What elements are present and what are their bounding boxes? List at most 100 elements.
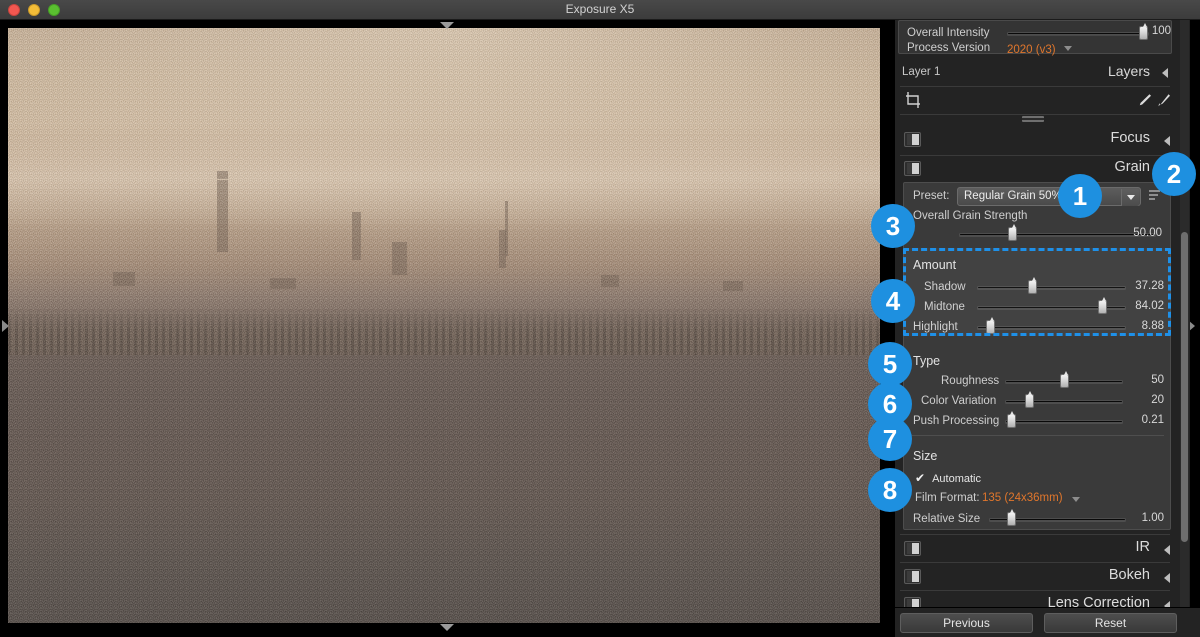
global-settings-group: Overall Intensity 100 Process Version 20… — [898, 20, 1172, 56]
layer-tool-strip — [898, 88, 1172, 114]
callout-badge-3: 3 — [871, 204, 915, 248]
divider — [912, 435, 1164, 436]
highlight-value: 8.88 — [1141, 320, 1164, 332]
image-viewer[interactable] — [0, 20, 888, 637]
callout-badge-5: 5 — [868, 342, 912, 386]
preset-menu-icon[interactable] — [1149, 190, 1162, 202]
section-ir[interactable]: IR — [898, 536, 1172, 562]
shadow-slider[interactable] — [977, 277, 1126, 294]
callout-badge-1: 1 — [1058, 174, 1102, 218]
section-title: IR — [1135, 539, 1151, 555]
midtone-slider[interactable] — [977, 297, 1126, 314]
push-processing-value: 0.21 — [1141, 414, 1164, 426]
previous-button[interactable]: Previous — [900, 613, 1033, 633]
slider-thumb[interactable] — [1098, 297, 1108, 314]
midtone-value: 84.02 — [1135, 300, 1164, 312]
overall-grain-strength-label: Overall Grain Strength — [913, 210, 1028, 222]
relative-size-slider[interactable] — [989, 509, 1126, 526]
slider-track[interactable] — [1005, 420, 1123, 423]
crop-icon[interactable] — [904, 91, 922, 114]
roughness-value: 50 — [1151, 374, 1164, 386]
viewer-expand-left-arrow[interactable] — [2, 320, 9, 332]
amount-section-header: Amount — [913, 258, 957, 272]
reset-button[interactable]: Reset — [1044, 613, 1177, 633]
shadow-label: Shadow — [924, 281, 966, 293]
section-title: Grain — [1114, 159, 1150, 175]
color-variation-value: 20 — [1151, 394, 1164, 406]
type-section-header: Type — [913, 354, 941, 368]
slider-track[interactable] — [977, 286, 1126, 289]
slider-thumb[interactable] — [1008, 224, 1018, 241]
panel-scrollbar-thumb[interactable] — [1181, 232, 1188, 542]
pencil-icon[interactable] — [1136, 92, 1153, 114]
highlight-label: Highlight — [913, 321, 958, 333]
preset-label: Preset: — [913, 190, 950, 202]
automatic-label: Automatic — [932, 473, 981, 485]
automatic-checkbox[interactable]: ✔ Automatic — [915, 471, 981, 485]
roughness-label: Roughness — [941, 375, 1000, 387]
size-section-header: Size — [913, 449, 938, 463]
panel-resize-grip[interactable] — [1022, 116, 1044, 122]
viewer-collapse-bottom-arrow[interactable] — [440, 624, 454, 631]
check-icon: ✔ — [915, 471, 926, 485]
slider-thumb[interactable] — [1139, 23, 1149, 40]
film-format-value[interactable]: 135 (24x36mm) — [982, 492, 1063, 504]
viewer-collapse-top-arrow[interactable] — [440, 22, 454, 29]
section-collapse-caret-icon[interactable] — [1164, 573, 1170, 583]
section-enable-toggle-icon[interactable] — [904, 161, 921, 176]
section-grain[interactable]: Grain — [898, 156, 1172, 182]
slider-thumb[interactable] — [1024, 391, 1034, 408]
process-version-label: Process Version — [907, 42, 991, 54]
chevron-down-icon[interactable] — [1121, 189, 1139, 206]
slider-thumb[interactable] — [1028, 277, 1038, 294]
push-processing-slider[interactable] — [1005, 411, 1123, 428]
divider — [900, 562, 1170, 563]
slider-thumb[interactable] — [1006, 411, 1016, 428]
push-processing-label: Push Processing — [913, 415, 1000, 427]
brush-icon[interactable] — [1155, 92, 1172, 114]
window-title: Exposure X5 — [565, 2, 635, 16]
section-collapse-caret-icon[interactable] — [1164, 136, 1170, 146]
overall-intensity-label: Overall Intensity — [907, 27, 990, 39]
photo-canvas[interactable] — [8, 28, 880, 623]
color-variation-label: Color Variation — [921, 395, 997, 407]
slider-thumb[interactable] — [1006, 509, 1016, 526]
roughness-slider[interactable] — [1005, 371, 1123, 388]
color-variation-slider[interactable] — [1005, 391, 1123, 408]
slider-thumb[interactable] — [986, 317, 996, 334]
preset-dropdown[interactable]: Regular Grain 50%* — [957, 187, 1141, 206]
layers-bar: Layer 1 Layers — [898, 62, 1172, 84]
process-version-dropdown[interactable]: 2020 (v3) — [1007, 40, 1073, 58]
highlight-slider[interactable] — [977, 317, 1126, 334]
film-grain-overlay-fine — [8, 28, 880, 623]
grain-settings-card: Preset: Regular Grain 50%* Overall Grain… — [903, 182, 1171, 530]
section-enable-toggle-icon[interactable] — [904, 541, 921, 556]
callout-badge-7: 7 — [868, 417, 912, 461]
section-bokeh[interactable]: Bokeh — [898, 564, 1172, 590]
process-version-row: Process Version — [907, 40, 990, 56]
layer-name[interactable]: Layer 1 — [902, 66, 940, 78]
slider-track[interactable] — [1007, 32, 1149, 35]
slider-thumb[interactable] — [1060, 371, 1069, 388]
slider-track[interactable] — [977, 326, 1126, 329]
slider-track[interactable] — [1005, 400, 1123, 403]
callout-badge-4: 4 — [871, 279, 915, 323]
overall-grain-strength-value: 50.00 — [1133, 227, 1162, 239]
overall-intensity-value: 100 — [1151, 25, 1171, 37]
section-collapse-caret-icon[interactable] — [1164, 545, 1170, 555]
section-enable-toggle-icon[interactable] — [904, 132, 921, 147]
title-bar: Exposure X5 — [0, 0, 1200, 20]
overall-intensity-row: Overall Intensity — [907, 25, 989, 41]
section-focus[interactable]: Focus — [898, 127, 1172, 153]
section-enable-toggle-icon[interactable] — [904, 569, 921, 584]
chevron-down-icon[interactable] — [1064, 46, 1073, 51]
layers-collapse-caret-icon[interactable] — [1162, 68, 1168, 78]
section-title: Focus — [1110, 130, 1151, 146]
callout-badge-8: 8 — [868, 468, 912, 512]
chevron-down-icon[interactable] — [1072, 497, 1080, 502]
callout-badge-2: 2 — [1152, 152, 1196, 196]
photo-content — [8, 28, 880, 623]
divider — [900, 534, 1170, 535]
overall-intensity-slider[interactable] — [1007, 23, 1149, 40]
process-version-value: 2020 (v3) — [1007, 44, 1056, 56]
